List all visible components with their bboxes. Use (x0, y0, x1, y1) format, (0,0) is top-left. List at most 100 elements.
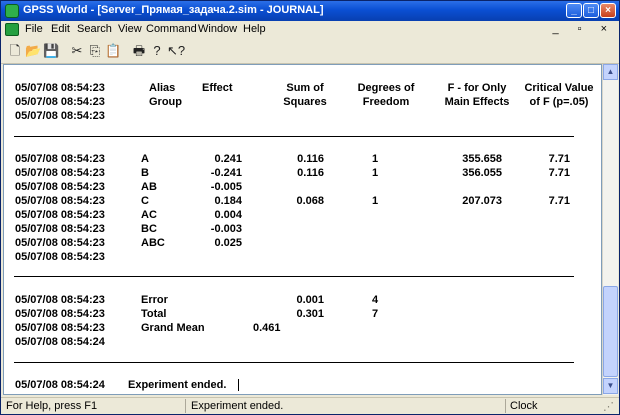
error-label: Error (141, 294, 168, 306)
degrees-of-freedom-cell: 1 (372, 153, 379, 165)
critical-value-cell: 7.71 (548, 167, 570, 179)
alias-cell: AC (141, 209, 157, 221)
f-value-cell: 355.658 (462, 153, 502, 165)
scroll-up-button[interactable]: ▲ (603, 64, 618, 80)
scrollbar-thumb[interactable] (603, 286, 618, 377)
alias-cell: BC (141, 223, 157, 235)
open-icon[interactable]: 📂 (25, 43, 41, 59)
header-freedom: Freedom (362, 96, 410, 108)
effect-cell: -0.003 (210, 223, 242, 235)
gpss-app-icon[interactable] (5, 4, 19, 18)
menu-view[interactable]: View (118, 23, 142, 35)
error-df: 4 (372, 294, 379, 306)
menu-file[interactable]: File (25, 23, 43, 35)
timestamp: 05/07/08 08:54:23 (15, 237, 105, 249)
effect-cell: 0.004 (214, 209, 242, 221)
menu-window[interactable]: Window (198, 23, 237, 35)
effect-cell: 0.184 (214, 195, 242, 207)
degrees-of-freedom-cell: 1 (372, 167, 379, 179)
paste-icon[interactable]: 📋 (105, 43, 121, 59)
scroll-down-button[interactable]: ▼ (603, 378, 618, 394)
vertical-scrollbar[interactable]: ▲ ▼ (602, 64, 618, 395)
app-window: GPSS World - [Server_Прямая_задача.2.sim… (0, 0, 620, 415)
minimize-button[interactable]: _ (566, 3, 582, 18)
header-sum-of: Sum of (286, 82, 324, 94)
context-help-icon[interactable]: ↖? (167, 43, 185, 59)
effect-cell: -0.241 (210, 167, 242, 179)
status-bar: For Help, press F1 Experiment ended. Clo… (1, 397, 619, 414)
timestamp: 05/07/08 08:54:23 (15, 308, 105, 320)
toolbar: 🗋 📂 💾 ✂ ⎘ 📋 🖶 ? ↖? (1, 39, 619, 64)
error-ss: 0.001 (296, 294, 324, 306)
alias-cell: A (141, 153, 149, 165)
header-group: Group (149, 96, 182, 108)
header-of-f: of F (p=.05) (529, 96, 589, 108)
new-icon[interactable]: 🗋 (7, 43, 23, 59)
f-value-cell: 356.055 (462, 167, 502, 179)
print-icon[interactable]: 🖶 (131, 43, 147, 59)
degrees-of-freedom-cell: 1 (372, 195, 379, 207)
cut-icon[interactable]: ✂ (69, 43, 85, 59)
resize-grip-icon[interactable]: ⋰ (603, 400, 614, 413)
timestamp: 05/07/08 08:54:23 (15, 251, 105, 263)
header-effect: Effect (202, 82, 233, 94)
title-bar[interactable]: GPSS World - [Server_Прямая_задача.2.sim… (1, 1, 619, 21)
critical-value-cell: 7.71 (548, 195, 570, 207)
status-message: Experiment ended. (191, 400, 284, 412)
window-title: GPSS World - [Server_Прямая_задача.2.sim… (23, 4, 324, 16)
timestamp: 05/07/08 08:54:23 (15, 223, 105, 235)
sum-of-squares-cell: 0.116 (297, 167, 324, 179)
text-cursor (238, 379, 239, 391)
header-critical-value: Critical Value (524, 82, 594, 94)
menu-command[interactable]: Command (146, 23, 197, 35)
alias-cell: ABC (141, 237, 165, 249)
timestamp: 05/07/08 08:54:23 (15, 82, 105, 94)
separator-line (14, 362, 574, 363)
status-divider (505, 399, 506, 413)
header-squares: Squares (283, 96, 327, 108)
header-degrees-of: Degrees of (357, 82, 415, 94)
experiment-ended-text: Experiment ended. (128, 379, 227, 391)
timestamp: 05/07/08 08:54:23 (15, 181, 105, 193)
alias-cell: AB (141, 181, 157, 193)
timestamp: 05/07/08 08:54:23 (15, 110, 105, 122)
header-main-effects: Main Effects (444, 96, 510, 108)
document-icon[interactable] (5, 23, 19, 36)
timestamp: 05/07/08 08:54:24 (15, 379, 105, 391)
menu-edit[interactable]: Edit (51, 23, 70, 35)
effect-cell: 0.025 (214, 237, 242, 249)
effect-cell: -0.005 (210, 181, 242, 193)
timestamp: 05/07/08 08:54:23 (15, 294, 105, 306)
menu-help[interactable]: Help (243, 23, 266, 35)
maximize-button[interactable]: □ (583, 3, 599, 18)
journal-text-area[interactable]: 05/07/08 08:54:23 05/07/08 08:54:23 05/0… (3, 64, 602, 395)
f-value-cell: 207.073 (462, 195, 502, 207)
close-button[interactable]: × (600, 3, 616, 18)
sum-of-squares-cell: 0.116 (297, 153, 324, 165)
effect-cell: 0.241 (214, 153, 242, 165)
menu-search[interactable]: Search (77, 23, 112, 35)
help-icon[interactable]: ? (149, 43, 165, 59)
separator-line (14, 136, 574, 137)
timestamp: 05/07/08 08:54:23 (15, 153, 105, 165)
timestamp: 05/07/08 08:54:23 (15, 209, 105, 221)
status-help-text: For Help, press F1 (6, 400, 98, 412)
copy-icon[interactable]: ⎘ (87, 43, 103, 59)
timestamp: 05/07/08 08:54:23 (15, 322, 105, 334)
critical-value-cell: 7.71 (548, 153, 570, 165)
header-f-for-only: F - for Only (447, 82, 507, 94)
timestamp: 05/07/08 08:54:23 (15, 96, 105, 108)
sum-of-squares-cell: 0.068 (296, 195, 324, 207)
save-icon[interactable]: 💾 (43, 43, 59, 59)
total-label: Total (141, 308, 167, 320)
status-clock: Clock (510, 400, 538, 412)
separator-line (14, 276, 574, 277)
total-ss: 0.301 (296, 308, 324, 320)
alias-cell: B (141, 167, 149, 179)
alias-cell: C (141, 195, 149, 207)
timestamp: 05/07/08 08:54:23 (15, 167, 105, 179)
status-divider (185, 399, 186, 413)
grand-mean-label: Grand Mean (141, 322, 205, 334)
total-df: 7 (372, 308, 379, 320)
mdi-window-controls[interactable]: _ ▫ × (552, 23, 615, 35)
